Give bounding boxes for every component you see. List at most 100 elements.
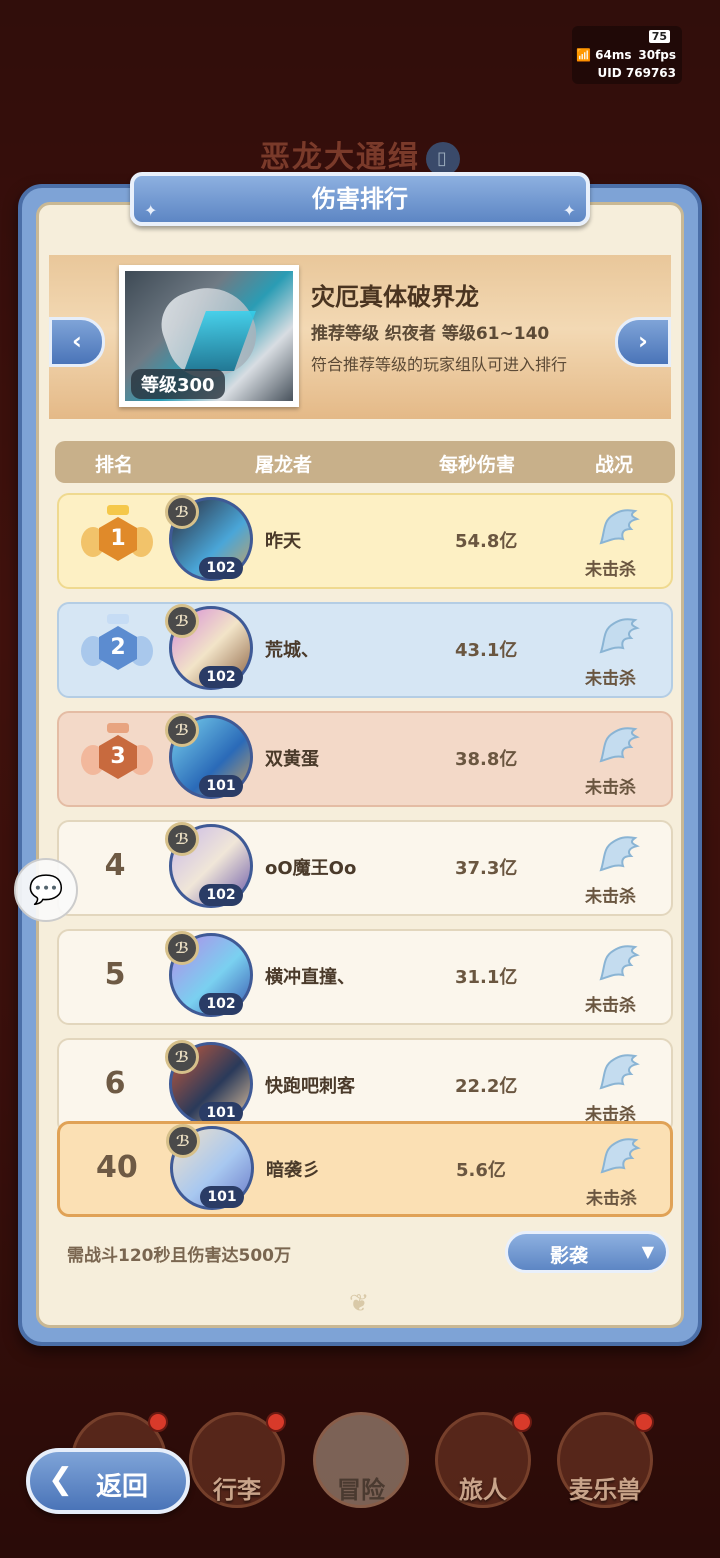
rank-number: 6: [104, 1066, 126, 1101]
dragon-head-icon: [595, 941, 641, 985]
kill-status: 未击杀: [585, 996, 636, 1016]
class-emblem-icon: ℬ: [165, 495, 199, 529]
player-dps: 38.8亿: [455, 749, 518, 770]
battery-indicator: 75: [648, 30, 670, 43]
player-level: 101: [200, 1186, 244, 1208]
next-boss-button[interactable]: ›: [615, 317, 671, 367]
player-dps: 5.6亿: [456, 1160, 506, 1181]
class-filter-label: 影袭: [550, 1245, 589, 1267]
table-row[interactable]: 6 ℬ 101 快跑吧刺客 22.2亿 未击杀: [57, 1038, 673, 1134]
bronze-medal-icon: 3: [79, 723, 155, 791]
table-row[interactable]: 1 ℬ 102 昨天 54.8亿 未击杀: [57, 493, 673, 589]
wifi-ping: 📶 64ms: [576, 48, 632, 62]
table-header: 排名 屠龙者 每秒伤害 战况: [55, 441, 675, 483]
player-name: oO魔王Oo: [265, 858, 357, 879]
player-name: 横冲直撞、: [265, 967, 355, 988]
nav-label: 麦乐兽: [569, 1476, 641, 1504]
nav-item-traveler[interactable]: 旅人: [428, 1412, 538, 1532]
avatar[interactable]: ℬ 102: [165, 820, 257, 912]
back-button[interactable]: ❮ 返回: [26, 1448, 190, 1514]
player-name: 暗袭彡: [266, 1160, 320, 1181]
dragon-head-icon: [595, 505, 641, 549]
nav-label: 旅人: [459, 1476, 507, 1504]
dragon-head-icon: [595, 723, 641, 767]
dragon-head-icon: [596, 1134, 642, 1178]
panel-body: ‹ 等级300 灾厄真体破界龙 推荐等级 织夜者 等级61~140 符合推荐等级…: [36, 202, 684, 1328]
sparkle-icon: ✦: [144, 201, 158, 220]
player-name: 双黄蛋: [265, 749, 319, 770]
boss-note: 符合推荐等级的玩家组队可进入排行: [311, 355, 568, 374]
table-row[interactable]: 5 ℬ 102 横冲直撞、 31.1亿 未击杀: [57, 929, 673, 1025]
sparkle-icon: ✦: [562, 201, 576, 220]
class-emblem-icon: ℬ: [165, 931, 199, 965]
avatar[interactable]: ℬ 101: [165, 711, 257, 803]
notification-dot: [634, 1412, 654, 1432]
triangle-down-icon: ▼: [641, 1242, 654, 1261]
my-rank-row[interactable]: 40 ℬ 101 暗袭彡 5.6亿 未击杀: [57, 1121, 673, 1217]
damage-ranking-panel: ‹ 等级300 灾厄真体破界龙 推荐等级 织夜者 等级61~140 符合推荐等级…: [18, 184, 702, 1346]
header-dps: 每秒伤害: [439, 454, 516, 476]
player-level: 102: [199, 557, 243, 579]
avatar[interactable]: ℬ 101: [165, 1038, 257, 1130]
silver-medal-icon: 2: [79, 614, 155, 682]
player-dps: 54.8亿: [455, 531, 518, 552]
class-emblem-icon: ℬ: [165, 822, 199, 856]
player-dps: 22.2亿: [455, 1076, 518, 1097]
requirement-note: 需战斗120秒且伤害达500万: [67, 1246, 291, 1266]
header-rank: 排名: [95, 454, 134, 476]
dragon-head-icon: [595, 1050, 641, 1094]
kill-status: 未击杀: [585, 887, 636, 907]
player-level: 102: [199, 884, 243, 906]
table-row[interactable]: 2 ℬ 102 荒城、 43.1亿 未击杀: [57, 602, 673, 698]
avatar[interactable]: ℬ 102: [165, 929, 257, 1021]
table-row[interactable]: 4 ℬ 102 oO魔王Oo 37.3亿 未击杀: [57, 820, 673, 916]
nav-item-pet[interactable]: 麦乐兽: [550, 1412, 660, 1532]
chat-button[interactable]: 💬: [14, 858, 78, 922]
nav-label: 冒险: [337, 1476, 385, 1504]
avatar[interactable]: ℬ 102: [165, 602, 257, 694]
dragon-head-icon: [595, 614, 641, 658]
prev-boss-button[interactable]: ‹: [49, 317, 105, 367]
chevron-left-icon: ‹: [72, 327, 82, 355]
back-label: 返回: [96, 1472, 149, 1502]
rank-number: 5: [104, 957, 126, 992]
header-player: 屠龙者: [255, 454, 313, 476]
table-row[interactable]: 3 ℬ 101 双黄蛋 38.8亿 未击杀: [57, 711, 673, 807]
panel-title: 伤害排行: [312, 185, 408, 213]
panel-title-bar: ✦ 伤害排行 ✦: [130, 172, 590, 226]
kill-status: 未击杀: [585, 778, 636, 798]
class-emblem-icon: ℬ: [165, 1040, 199, 1074]
avatar[interactable]: ℬ 102: [165, 493, 257, 585]
nav-item-luggage[interactable]: 行李: [182, 1412, 292, 1532]
uid-label: UID 769763: [597, 66, 676, 80]
class-emblem-icon: ℬ: [166, 1124, 200, 1158]
rank-number: 4: [104, 848, 126, 883]
back-arrow-icon: ❮: [48, 1462, 74, 1497]
dragon-head-icon: [595, 832, 641, 876]
background-title: 恶龙大通缉 ▯: [0, 132, 720, 176]
player-dps: 31.1亿: [455, 967, 518, 988]
player-dps: 43.1亿: [455, 640, 518, 661]
avatar[interactable]: ℬ 101: [166, 1122, 258, 1214]
kill-status: 未击杀: [585, 560, 636, 580]
player-level: 101: [199, 775, 243, 797]
boss-recommend: 推荐等级 织夜者 等级61~140: [311, 324, 550, 344]
boss-portrait: 等级300: [119, 265, 299, 407]
player-dps: 37.3亿: [455, 858, 518, 879]
ranking-list[interactable]: 1 ℬ 102 昨天 54.8亿 未击杀 2 ℬ 102 荒城、 43.1亿 未…: [55, 493, 675, 1223]
kill-status: 未击杀: [585, 669, 636, 689]
class-filter-dropdown[interactable]: 影袭 ▼: [505, 1231, 669, 1273]
kill-status: 未击杀: [586, 1189, 637, 1209]
player-level: 102: [199, 993, 243, 1015]
notification-dot: [512, 1412, 532, 1432]
notification-dot: [266, 1412, 286, 1432]
fps-counter: 30fps: [638, 48, 676, 62]
player-name: 荒城、: [265, 640, 319, 661]
boss-level-badge: 等级300: [131, 369, 225, 399]
nav-label: 行李: [213, 1476, 261, 1504]
player-name: 快跑吧刺客: [265, 1076, 355, 1097]
notification-dot: [148, 1412, 168, 1432]
ornament-icon: ❦: [348, 1289, 370, 1317]
nav-item-adventure[interactable]: 冒险: [306, 1412, 416, 1532]
chevron-right-icon: ›: [638, 327, 648, 355]
